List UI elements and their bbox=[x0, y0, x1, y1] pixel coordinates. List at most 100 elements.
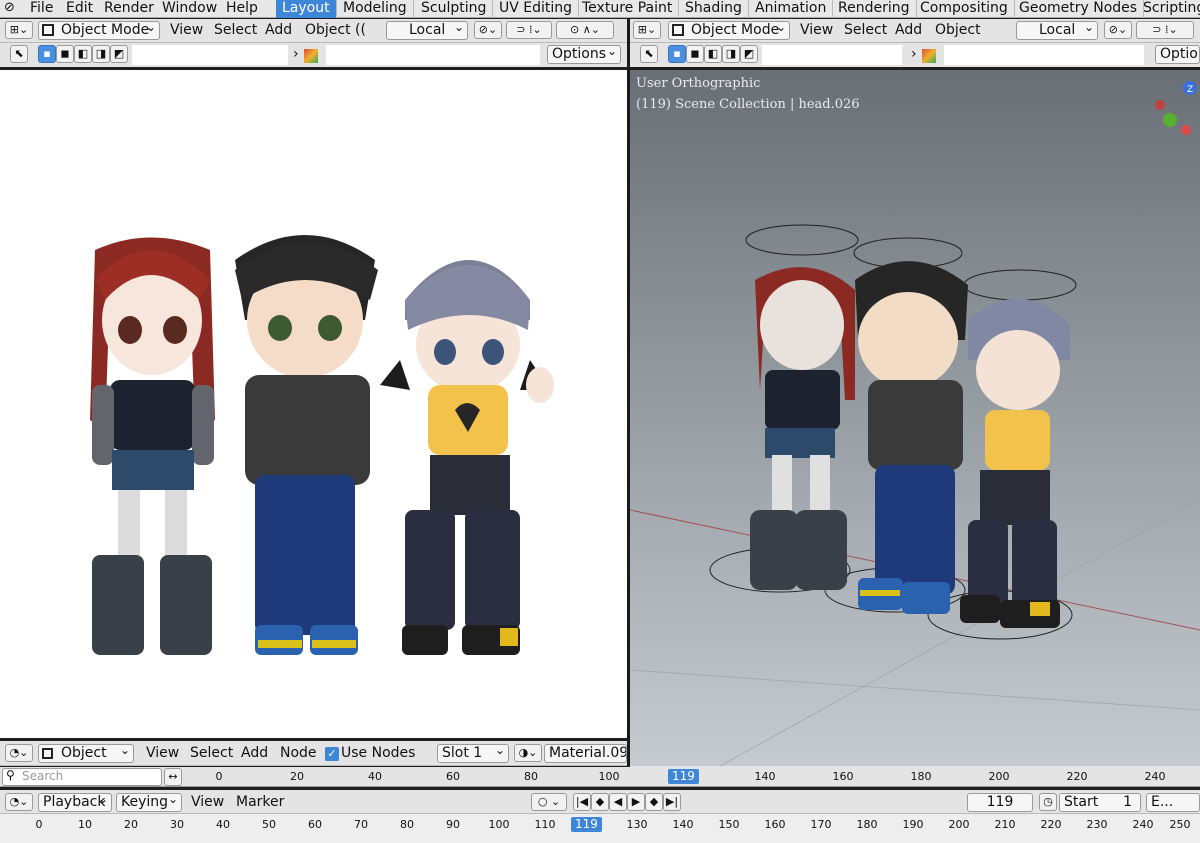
tab-rendering[interactable]: Rendering bbox=[832, 0, 917, 18]
use-nodes-checkbox[interactable]: ✓ bbox=[325, 747, 339, 761]
search-placeholder: Search bbox=[22, 769, 64, 783]
proportional-edit-icon[interactable]: ⊙ ∧⌄ bbox=[556, 21, 614, 39]
select-intersect-icon[interactable]: ◩ bbox=[110, 45, 128, 63]
right-menu-object[interactable]: Object bbox=[935, 21, 981, 40]
playback-menu[interactable]: Playback bbox=[38, 793, 112, 812]
play-icon[interactable]: ▶ bbox=[627, 793, 645, 811]
current-frame-field[interactable]: 119 bbox=[967, 793, 1033, 812]
select-subtract-icon[interactable]: ◧ bbox=[74, 45, 92, 63]
node-menu-node[interactable]: Node bbox=[280, 744, 317, 763]
tick-label: 200 bbox=[948, 818, 970, 831]
node-menu-add[interactable]: Add bbox=[241, 744, 268, 763]
tab-layout[interactable]: Layout bbox=[276, 0, 337, 18]
node-editor-header: ◔⌄ Object View Select Add Node ✓ Use Nod… bbox=[0, 741, 627, 766]
shader-editor-icon[interactable]: ◔⌄ bbox=[5, 744, 33, 762]
tab-sculpting[interactable]: Sculpting bbox=[415, 0, 494, 18]
blender-logo-icon[interactable]: ⊘ bbox=[4, 0, 15, 18]
tab-modeling[interactable]: Modeling bbox=[337, 0, 414, 18]
current-frame-indicator-bottom[interactable]: 119 bbox=[571, 817, 602, 832]
jump-end-icon[interactable]: ▶| bbox=[663, 793, 681, 811]
menu-window[interactable]: Window bbox=[162, 0, 217, 18]
tick-label: 160 bbox=[832, 770, 854, 783]
left-menu-view[interactable]: View bbox=[170, 21, 203, 40]
next-keyframe-icon[interactable]: ◆ bbox=[645, 793, 663, 811]
node-menu-select[interactable]: Select bbox=[190, 744, 233, 763]
menu-file[interactable]: File bbox=[30, 0, 53, 18]
tab-shading[interactable]: Shading bbox=[679, 0, 749, 18]
stopwatch-icon[interactable]: ◷ bbox=[1039, 793, 1057, 811]
prev-keyframe-icon[interactable]: ◆ bbox=[591, 793, 609, 811]
select-intersect-icon-right[interactable]: ◩ bbox=[740, 45, 758, 63]
tick-label: 40 bbox=[216, 818, 230, 831]
timeline-ruler-top[interactable]: ⚲ Search ↔ 0 20 40 60 80 100 119 140 160… bbox=[0, 767, 1200, 787]
pivot-icon-right[interactable]: ⊘⌄ bbox=[1104, 21, 1132, 39]
tab-geometry-nodes[interactable]: Geometry Nodes bbox=[1013, 0, 1145, 18]
left-render-viewport[interactable] bbox=[0, 70, 627, 738]
select-tool-icon[interactable]: ⬉ bbox=[10, 45, 28, 63]
right-orientation-select[interactable]: Local bbox=[1016, 21, 1098, 40]
right-3d-viewport[interactable]: User Orthographic (119) Scene Collection… bbox=[630, 70, 1200, 766]
select-extend-icon-right[interactable]: ◼ bbox=[686, 45, 704, 63]
chevron-right-icon-right[interactable]: › bbox=[911, 45, 917, 64]
tick-label: 10 bbox=[78, 818, 92, 831]
select-tool-icon-right[interactable]: ⬉ bbox=[640, 45, 658, 63]
tick-label: 220 bbox=[1066, 770, 1088, 783]
tab-compositing[interactable]: Compositing bbox=[914, 0, 1015, 18]
editor-type-icon[interactable]: ⊞⌄ bbox=[5, 21, 33, 39]
menu-help[interactable]: Help bbox=[226, 0, 258, 18]
tab-scripting[interactable]: Scripting bbox=[1137, 0, 1200, 18]
tick-label: 0 bbox=[35, 818, 43, 831]
start-frame-field[interactable]: Start 1 bbox=[1059, 793, 1141, 812]
select-extend-icon[interactable]: ◼ bbox=[56, 45, 74, 63]
right-options-button[interactable]: Optio bbox=[1155, 45, 1200, 64]
select-box-icon[interactable]: ▪ bbox=[38, 45, 56, 63]
material-browse-icon[interactable]: ◑⌄ bbox=[514, 744, 542, 762]
timeline-menu-marker[interactable]: Marker bbox=[236, 793, 284, 812]
left-tool-header: ⬉ ▪ ◼ ◧ ◨ ◩ › Options bbox=[0, 43, 627, 67]
left-options-button[interactable]: Options bbox=[547, 45, 621, 64]
left-orientation-select[interactable]: Local bbox=[386, 21, 468, 40]
right-menu-add[interactable]: Add bbox=[895, 21, 922, 40]
left-menu-object[interactable]: Object bbox=[305, 21, 351, 40]
tab-animation[interactable]: Animation bbox=[749, 0, 834, 18]
tick-label: 250 bbox=[1169, 818, 1191, 831]
chevron-right-icon[interactable]: › bbox=[293, 45, 299, 64]
timeline-ruler-bottom[interactable]: 0 10 20 30 40 50 60 70 80 90 100 110 119… bbox=[0, 814, 1200, 843]
right-mode-select[interactable]: Object Mode bbox=[668, 21, 790, 40]
select-subtract-icon-right[interactable]: ◧ bbox=[704, 45, 722, 63]
select-invert-icon-right[interactable]: ◨ bbox=[722, 45, 740, 63]
object-mode-icon-right bbox=[672, 24, 684, 36]
expand-icon[interactable]: ↔ bbox=[164, 768, 182, 786]
editor-type-icon-right[interactable]: ⊞⌄ bbox=[633, 21, 661, 39]
menu-edit[interactable]: Edit bbox=[66, 0, 93, 18]
record-icon[interactable]: ○ ⌄ bbox=[531, 793, 567, 811]
start-label: Start bbox=[1064, 794, 1099, 810]
pivot-icon[interactable]: ⊘⌄ bbox=[474, 21, 502, 39]
tab-texture-paint[interactable]: Texture Paint bbox=[576, 0, 680, 18]
left-menu-select[interactable]: Select bbox=[214, 21, 257, 40]
menu-render[interactable]: Render bbox=[104, 0, 154, 18]
material-name-field[interactable]: Material.095 bbox=[544, 744, 627, 763]
right-menu-select[interactable]: Select bbox=[844, 21, 887, 40]
snap-icon-right[interactable]: ⊃ ⁞⌄ bbox=[1136, 21, 1194, 39]
tick-label: 180 bbox=[856, 818, 878, 831]
select-box-icon-right[interactable]: ▪ bbox=[668, 45, 686, 63]
current-frame-indicator[interactable]: 119 bbox=[668, 769, 699, 784]
tab-uv-editing[interactable]: UV Editing bbox=[493, 0, 580, 18]
jump-start-icon[interactable]: |◀ bbox=[573, 793, 591, 811]
select-invert-icon[interactable]: ◨ bbox=[92, 45, 110, 63]
play-reverse-icon[interactable]: ◀ bbox=[609, 793, 627, 811]
keying-menu[interactable]: Keying bbox=[116, 793, 182, 812]
left-menu-add[interactable]: Add bbox=[265, 21, 292, 40]
timeline-editor-icon[interactable]: ◔⌄ bbox=[5, 793, 33, 811]
left-mode-select[interactable]: Object Mode bbox=[38, 21, 160, 40]
tick-label: 130 bbox=[626, 818, 648, 831]
right-menu-view[interactable]: View bbox=[800, 21, 833, 40]
end-frame-field[interactable]: E... bbox=[1146, 793, 1200, 812]
node-menu-view[interactable]: View bbox=[146, 744, 179, 763]
timeline-menu-view[interactable]: View bbox=[191, 793, 224, 812]
snap-icon[interactable]: ⊃ ⁞⌄ bbox=[506, 21, 552, 39]
grease-icon[interactable]: (( bbox=[355, 21, 366, 40]
tick-label: 30 bbox=[170, 818, 184, 831]
slot-select[interactable]: Slot 1 bbox=[437, 744, 509, 763]
